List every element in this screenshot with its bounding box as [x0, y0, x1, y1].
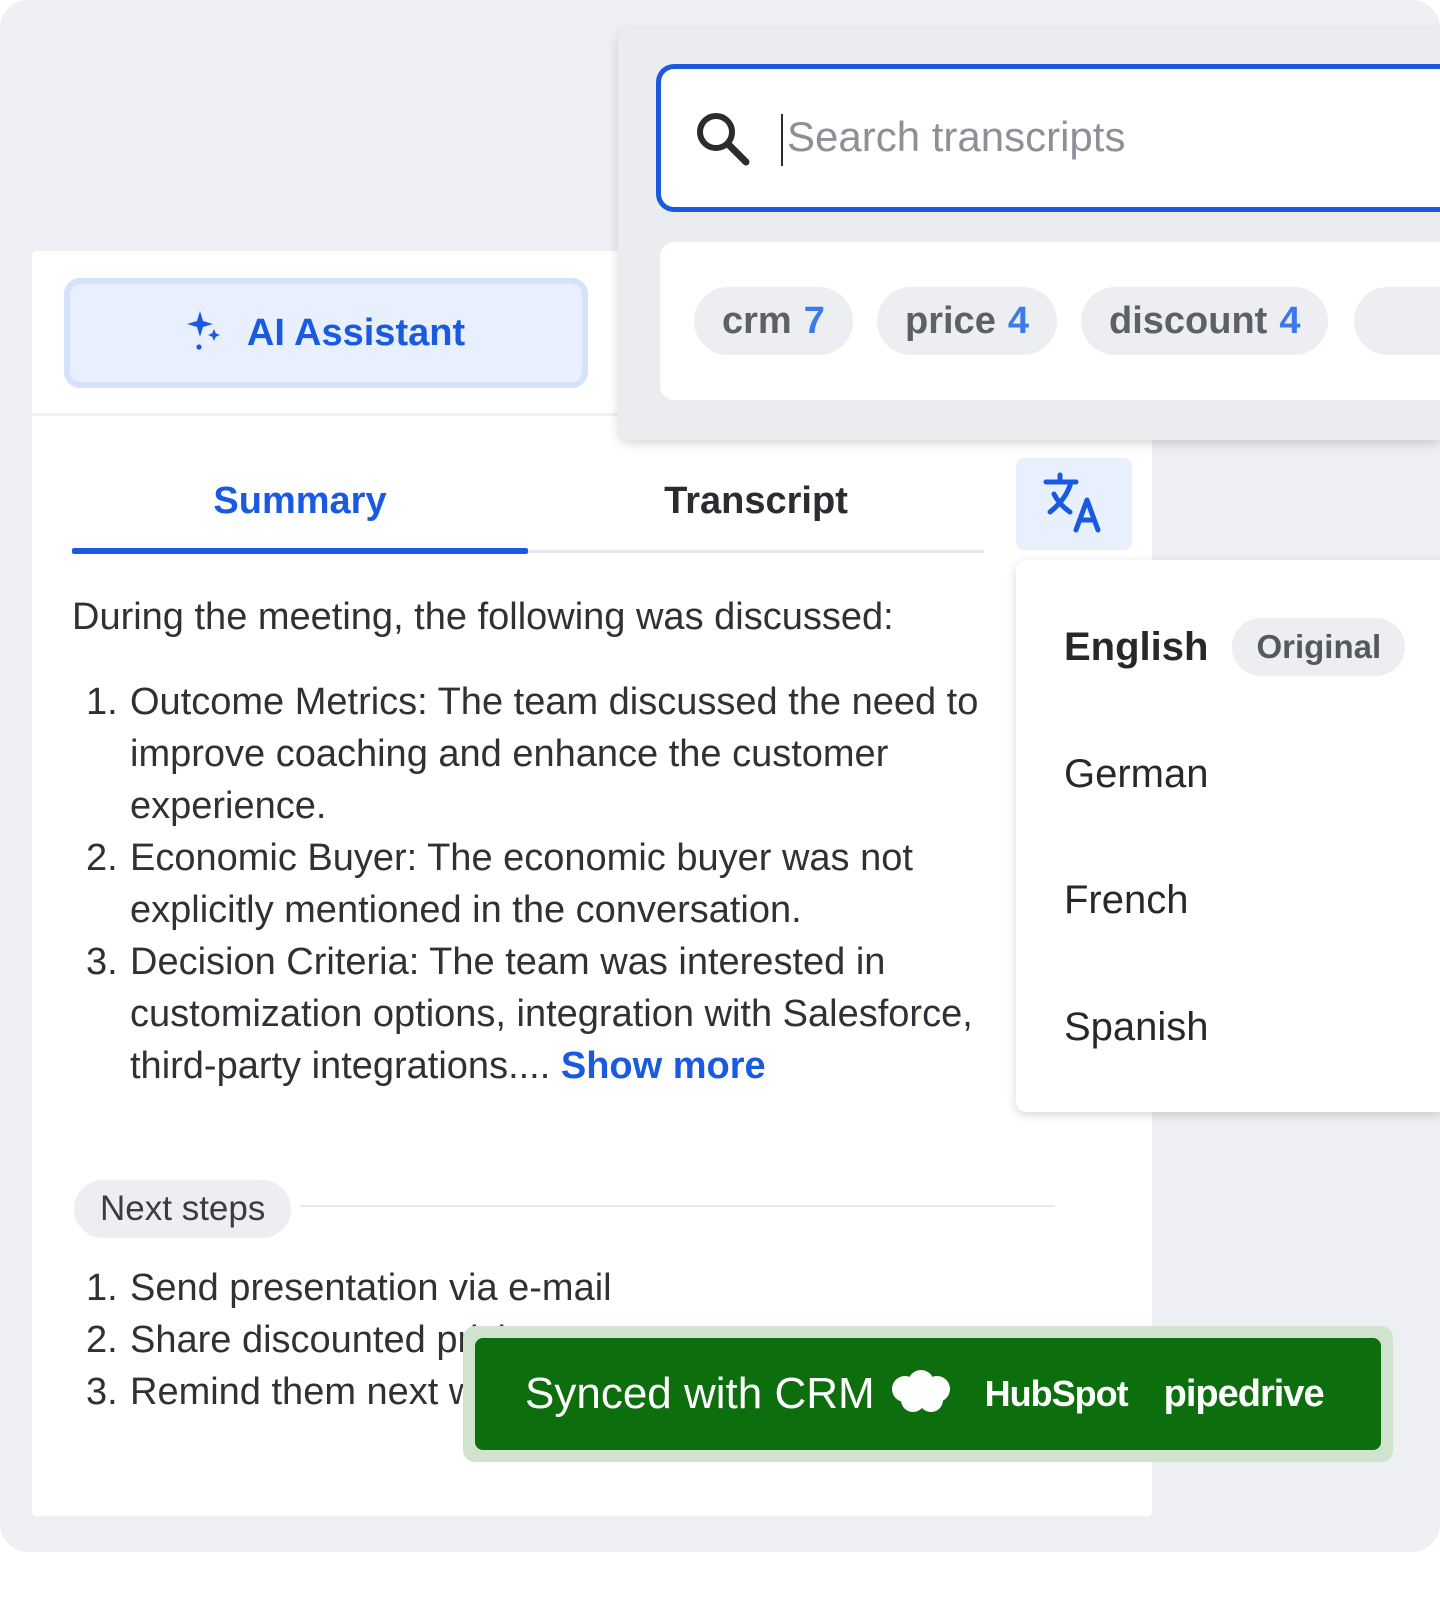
- tag-crm[interactable]: crm 7: [694, 287, 853, 355]
- language-option-english[interactable]: English Original: [1064, 618, 1406, 676]
- list-item-text: Send presentation via e-mail: [130, 1267, 612, 1309]
- search-input[interactable]: [787, 104, 1407, 170]
- list-item-number: 1.: [86, 681, 118, 723]
- next-steps-divider: [300, 1205, 1055, 1207]
- tag-count: 7: [803, 299, 825, 342]
- text-caret: [781, 114, 783, 166]
- list-item-number: 3.: [86, 941, 118, 983]
- salesforce-logo: [889, 1369, 953, 1420]
- language-option-spanish[interactable]: Spanish: [1064, 1005, 1209, 1050]
- original-badge: Original: [1232, 618, 1406, 676]
- tab-summary[interactable]: Summary: [72, 480, 528, 552]
- tag-label: price: [905, 299, 996, 342]
- ai-assistant-label: AI Assistant: [246, 311, 466, 354]
- tag-count: 4: [1007, 299, 1029, 342]
- translate-button[interactable]: [1016, 458, 1132, 550]
- app-background: AI Assistant Summary Transcript During t…: [0, 0, 1440, 1552]
- ai-assistant-button[interactable]: AI Assistant: [64, 278, 588, 388]
- pipedrive-logo: pipedrive: [1163, 1372, 1325, 1415]
- next-steps-label: Next steps: [74, 1180, 292, 1238]
- tag-more[interactable]: [1354, 287, 1440, 355]
- language-option-german[interactable]: German: [1064, 752, 1209, 797]
- list-item-number: 2.: [86, 1319, 118, 1361]
- tag-label: discount: [1109, 299, 1268, 342]
- active-tab-indicator: [72, 548, 528, 554]
- tag-label: crm: [722, 299, 792, 342]
- list-item: 3. Decision Criteria: The team was inter…: [72, 936, 1022, 1092]
- list-item-text: Outcome Metrics: The team discussed the …: [130, 681, 979, 827]
- sparkle-icon: [186, 310, 221, 356]
- tag-price[interactable]: price 4: [877, 287, 1057, 355]
- language-label: German: [1064, 752, 1209, 796]
- header-divider: [32, 413, 652, 416]
- list-item: 1. Outcome Metrics: The team discussed t…: [72, 676, 1022, 832]
- hubspot-logo: HubSpot: [984, 1373, 1129, 1414]
- list-item-text: Decision Criteria: The team was interest…: [130, 941, 973, 1087]
- language-option-french[interactable]: French: [1064, 878, 1189, 923]
- list-item-text: Economic Buyer: The economic buyer was n…: [130, 837, 913, 931]
- crm-sync-banner: Synced with CRM HubSpot pipedrive: [475, 1338, 1381, 1450]
- summary-intro: During the meeting, the following was di…: [72, 596, 894, 638]
- list-item: 2. Economic Buyer: The economic buyer wa…: [72, 832, 1022, 936]
- tag-discount[interactable]: discount 4: [1081, 287, 1329, 355]
- language-label: Spanish: [1064, 1005, 1209, 1049]
- language-label: French: [1064, 878, 1189, 922]
- tag-count: 4: [1279, 299, 1301, 342]
- translate-icon: [1042, 470, 1106, 539]
- show-more-link[interactable]: Show more: [561, 1045, 766, 1087]
- list-item-number: 1.: [86, 1267, 118, 1309]
- summary-list: 1. Outcome Metrics: The team discussed t…: [72, 676, 1022, 1092]
- list-item-number: 2.: [86, 837, 118, 879]
- tab-transcript[interactable]: Transcript: [528, 480, 984, 552]
- language-label: English: [1064, 624, 1209, 669]
- crm-sync-text: Synced with CRM: [525, 1369, 875, 1418]
- search-icon: [692, 108, 752, 173]
- list-item: 1. Send presentation via e-mail: [72, 1262, 772, 1314]
- list-item-number: 3.: [86, 1371, 118, 1413]
